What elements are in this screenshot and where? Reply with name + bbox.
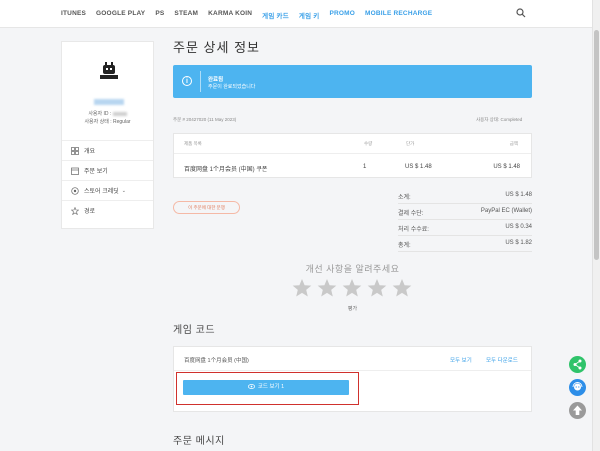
summary-payment: 결제 수단: PayPal EC (Wallet): [398, 206, 532, 220]
nav-google-play[interactable]: GOOGLE PLAY: [96, 10, 145, 20]
summary-label: 소계:: [398, 195, 411, 201]
arrow-up-icon: [569, 402, 586, 419]
star-rating[interactable]: [292, 278, 412, 298]
support-button[interactable]: [569, 379, 586, 396]
support-agent-icon: [569, 379, 586, 396]
sidebar-item-label: 주문 보기: [84, 169, 108, 175]
view-all-link[interactable]: 모두 보기: [450, 356, 472, 364]
rating-label: 평가: [347, 306, 358, 312]
summary-label: 결제 수단:: [398, 211, 424, 217]
page-scrollbar[interactable]: [592, 0, 600, 451]
nav-game-card[interactable]: 게임 카드: [262, 10, 289, 20]
sidebar-item-label: 스토어 크레딧: [84, 189, 119, 195]
order-number: 주문 # 20427020 (11 May 2023): [173, 117, 237, 122]
info-icon: [182, 76, 192, 86]
status-banner: 완료됨 주문이 완료되었습니다: [173, 65, 532, 98]
sidebar-item-overview[interactable]: 개요: [62, 140, 153, 160]
share-icon: [569, 356, 586, 373]
feedback-prompt: 개선 사항을 알려주세요: [305, 264, 400, 274]
user-avatar-icon: [100, 62, 118, 79]
rating-star-5[interactable]: [392, 278, 412, 298]
sidebar-item-store-credit[interactable]: 스토어 크레딧 ⌄: [62, 180, 153, 200]
nav-mobile-recharge[interactable]: MOBILE RECHARGE: [365, 10, 432, 20]
banner-subtitle: 주문이 완료되었습니다: [208, 84, 256, 90]
nav-steam[interactable]: STEAM: [174, 10, 198, 20]
cell-product: 百度网盘 1个月会员 (中国) 쿠폰: [184, 167, 268, 173]
sidebar-item-path[interactable]: 경로: [62, 200, 153, 220]
rating-star-4[interactable]: [367, 278, 387, 298]
summary-subtotal: 소계: US $ 1.48: [398, 190, 532, 204]
game-code-title: 게임 코드: [173, 325, 216, 336]
view-code-label: 코드 보기 1: [257, 384, 285, 390]
table-header: 제품 목록 수량 단가 금액: [174, 134, 531, 154]
user-status: 사용자 상태 : Regular: [84, 119, 131, 125]
search-icon[interactable]: [516, 8, 526, 18]
game-code-product: 百度网盘 1个月会员 (中国): [184, 358, 249, 364]
top-nav: ITUNES GOOGLE PLAY PS STEAM KARMA KOIN 게…: [0, 0, 600, 28]
view-code-button[interactable]: 코드 보기 1: [183, 380, 349, 395]
summary-value: PayPal EC (Wallet): [480, 208, 532, 214]
sidebar-menu: 개요 주문 보기 스토어 크레딧 ⌄ 경로: [62, 140, 153, 220]
chevron-down-icon: ⌄: [121, 187, 126, 194]
nav-game-key[interactable]: 게임 키: [299, 10, 320, 20]
sidebar-item-label: 개요: [84, 149, 96, 155]
col-qty: 수량: [364, 141, 373, 146]
summary-label: 총계:: [398, 243, 411, 249]
coin-icon: [71, 186, 79, 195]
col-amount: 금액: [509, 141, 518, 146]
account-sidebar: 사용자 ID : 사용자 상태 : Regular 개요 주문 보기 스토어 크…: [61, 41, 154, 229]
summary-value: US $ 1.48: [505, 192, 532, 198]
nav-links: ITUNES GOOGLE PLAY PS STEAM KARMA KOIN 게…: [61, 10, 432, 20]
cell-qty: 1: [363, 164, 367, 170]
order-items-table: 제품 목록 수량 단가 금액 百度网盘 1个月会员 (中国) 쿠폰 1 US $…: [173, 133, 532, 178]
rating-star-2[interactable]: [317, 278, 337, 298]
user-id-redacted: [112, 111, 127, 116]
col-price: 단가: [406, 141, 415, 146]
summary-label: 처리 수수료:: [398, 227, 429, 233]
nav-karma-koin[interactable]: KARMA KOIN: [208, 10, 252, 20]
user-id-label: 사용자 ID :: [88, 111, 112, 117]
col-product: 제품 목록: [184, 141, 202, 146]
sidebar-item-label: 경로: [84, 209, 96, 215]
download-all-link[interactable]: 모두 다운로드: [486, 356, 518, 364]
grid-icon: [71, 146, 79, 155]
table-row: 百度网盘 1个月会员 (中国) 쿠폰 1 US $ 1.48 US $ 1.48: [174, 154, 531, 178]
star-icon: [71, 206, 79, 215]
page-title: 주문 상세 정보: [173, 40, 260, 55]
share-button[interactable]: [569, 356, 586, 373]
user-id: 사용자 ID :: [62, 110, 153, 117]
order-status: 사용자 상태: Completed: [476, 117, 523, 122]
summary-fee: 처리 수수료: US $ 0.34: [398, 222, 532, 236]
username-redacted: [94, 99, 124, 105]
eye-icon: [247, 384, 255, 389]
summary-value: US $ 1.82: [505, 240, 532, 246]
order-message-title: 주문 메시지: [173, 436, 225, 447]
cell-price: US $ 1.48: [405, 164, 432, 170]
nav-itunes[interactable]: ITUNES: [61, 10, 86, 20]
game-code-header: 百度网盘 1个月会员 (中国) 모두 보기 모두 다운로드: [174, 347, 531, 371]
rating-star-1[interactable]: [292, 278, 312, 298]
rating-star-3[interactable]: [342, 278, 362, 298]
cell-amount: US $ 1.48: [493, 164, 520, 170]
dispute-button[interactable]: 이 주문에 대한 분쟁: [173, 201, 240, 214]
calendar-icon: [71, 167, 79, 175]
sidebar-item-orders[interactable]: 주문 보기: [62, 160, 153, 180]
summary-total: 총계: US $ 1.82: [398, 238, 532, 252]
banner-divider: [200, 71, 201, 92]
scroll-top-button[interactable]: [569, 402, 586, 419]
scrollbar-thumb[interactable]: [594, 30, 599, 260]
nav-promo[interactable]: PROMO: [329, 10, 355, 20]
banner-title: 완료됨: [208, 77, 224, 83]
summary-value: US $ 0.34: [505, 224, 532, 230]
nav-ps[interactable]: PS: [155, 10, 164, 20]
